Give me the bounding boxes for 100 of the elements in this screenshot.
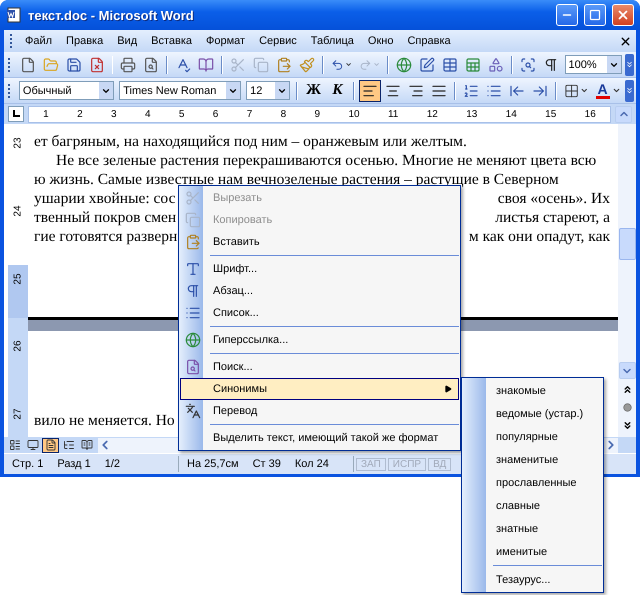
menu-item[interactable]: Формат	[199, 33, 252, 49]
context-menu-item[interactable]: Перевод	[180, 400, 459, 422]
magnifier-icon	[520, 56, 536, 72]
caret-icon	[612, 86, 621, 95]
ruler-number: 12	[426, 108, 438, 120]
maximize-button[interactable]	[584, 4, 606, 26]
document-text: Не все зеленые растения перекрашиваются осенью. Многие не меняют цвета всю	[55, 151, 596, 170]
italic-button[interactable]: К	[326, 80, 349, 102]
submenu-item[interactable]: знаменитые	[463, 448, 602, 471]
context-menu-item[interactable]: Абзац...	[180, 280, 459, 302]
bulleted-list-icon	[486, 82, 502, 98]
submenu-item[interactable]: прославленные	[463, 471, 602, 494]
align-button[interactable]	[358, 80, 381, 102]
close-button[interactable]	[612, 4, 634, 26]
context-menu-item[interactable]: Вставить	[180, 231, 459, 253]
context-menu-item[interactable]: Шрифт...	[180, 258, 459, 280]
word-document-icon	[6, 7, 22, 23]
letter-icon	[185, 261, 201, 277]
paintbrush-icon	[299, 56, 316, 72]
menu-item[interactable]: Правка	[59, 33, 110, 49]
ruler-number: 1	[43, 108, 49, 120]
context-menu-item[interactable]: Список...	[180, 302, 459, 324]
ruler-number: 7	[246, 108, 252, 120]
menu-item[interactable]: Таблица	[304, 33, 361, 49]
status-text: 1/2	[104, 458, 120, 470]
minimize-button[interactable]	[556, 4, 578, 26]
folder-icon	[42, 56, 59, 72]
status-text: Стр. 1	[12, 458, 44, 470]
menu-item[interactable]: Файл	[18, 33, 60, 49]
context-menu-item[interactable]: Гиперссылка...	[180, 329, 459, 351]
submenu-item[interactable]: знакомые	[463, 379, 602, 402]
caret-icon	[372, 60, 380, 69]
submenu-arrow-icon	[444, 385, 452, 393]
font-dropdown[interactable]: Times New Roman	[119, 81, 242, 100]
align-right-icon	[408, 82, 424, 98]
scroll-up-button[interactable]	[615, 106, 632, 122]
list-icon	[185, 305, 201, 321]
submenu-item[interactable]: именитые	[463, 540, 602, 563]
style-dropdown[interactable]: Обычный	[18, 81, 114, 100]
ruler-number: 10	[348, 108, 360, 120]
spreadsheet-icon	[464, 56, 481, 72]
page-icon	[44, 439, 56, 451]
font-color-button[interactable]: A	[592, 80, 624, 102]
double-down-icon	[622, 420, 632, 431]
ruler-number: 6	[212, 108, 218, 120]
context-menu-item[interactable]: Выделить текст, имеющий такой же формат	[180, 427, 459, 449]
menu-item[interactable]: Окно	[360, 33, 400, 49]
ruler-number: 24	[12, 205, 24, 216]
caret-icon	[344, 60, 352, 69]
toolbar-options-icon[interactable]	[625, 60, 634, 69]
page-with-cross-icon	[88, 56, 105, 72]
menu-item[interactable]: Вид	[110, 33, 144, 49]
close-document-icon[interactable]	[619, 34, 632, 48]
submenu-item[interactable]: ведомые (устар.)	[463, 402, 602, 425]
ruler-number: 25	[12, 272, 24, 284]
tab-selector[interactable]	[8, 106, 24, 122]
ruler-number: 9	[314, 108, 320, 120]
menu-item[interactable]: Справка	[400, 33, 458, 49]
align-left-icon	[362, 82, 378, 98]
document-text: своя «осень». Их	[498, 189, 610, 208]
blank-page-icon	[20, 56, 36, 72]
ruler-number: 13	[466, 108, 478, 120]
document-text: ушарии хвойные: сос	[34, 189, 176, 208]
outline-icon	[62, 439, 74, 451]
menu-item[interactable]: Вставка	[144, 33, 200, 49]
status-text: Кол 24	[294, 458, 329, 470]
ruler-number: 2	[77, 108, 83, 120]
ruler-number: 14	[506, 108, 517, 120]
view-button[interactable]	[42, 438, 59, 452]
double-up-icon	[622, 384, 632, 395]
submenu-item[interactable]: Тезаурус...	[463, 568, 602, 591]
align-center-icon	[384, 82, 401, 98]
submenu-item[interactable]: славные	[463, 494, 602, 517]
font-size-dropdown[interactable]: 12	[246, 81, 290, 100]
submenu-item[interactable]: знатные	[463, 517, 602, 540]
ruler-number: 26	[12, 340, 24, 352]
globe-icon	[185, 332, 201, 348]
scroll-thumb[interactable]	[618, 228, 636, 260]
maximize-icon	[589, 9, 601, 21]
status-text: На 25,7см	[187, 458, 239, 470]
circle-icon	[622, 403, 632, 412]
bold-button[interactable]: Ж	[302, 80, 326, 102]
submenu-item[interactable]: популярные	[463, 425, 602, 448]
context-menu-item[interactable]: Синонимы	[180, 378, 459, 400]
align-justify-icon	[430, 82, 447, 98]
status-text: Ст 39	[252, 458, 281, 470]
context-menu-item[interactable]: Поиск...	[180, 356, 459, 378]
table-icon	[442, 56, 458, 72]
caret-icon	[580, 86, 589, 95]
menu-item[interactable]: Сервис	[252, 33, 304, 49]
clipboard-icon	[276, 56, 292, 72]
toolbar-options-icon[interactable]	[624, 86, 634, 95]
scroll-down-button[interactable]	[618, 362, 636, 379]
zoom-dropdown[interactable]: 100%	[564, 55, 622, 74]
document-text: м как они опадут, как	[468, 227, 610, 246]
document-text: вило не меняется. Но	[34, 411, 175, 430]
ruler-number: 8	[280, 108, 286, 120]
document-text: ет багряным, на находящийся под ним – оранжевым или желтым.	[34, 132, 467, 151]
ruler-number: 16	[584, 108, 596, 120]
scissors-icon	[230, 56, 246, 72]
